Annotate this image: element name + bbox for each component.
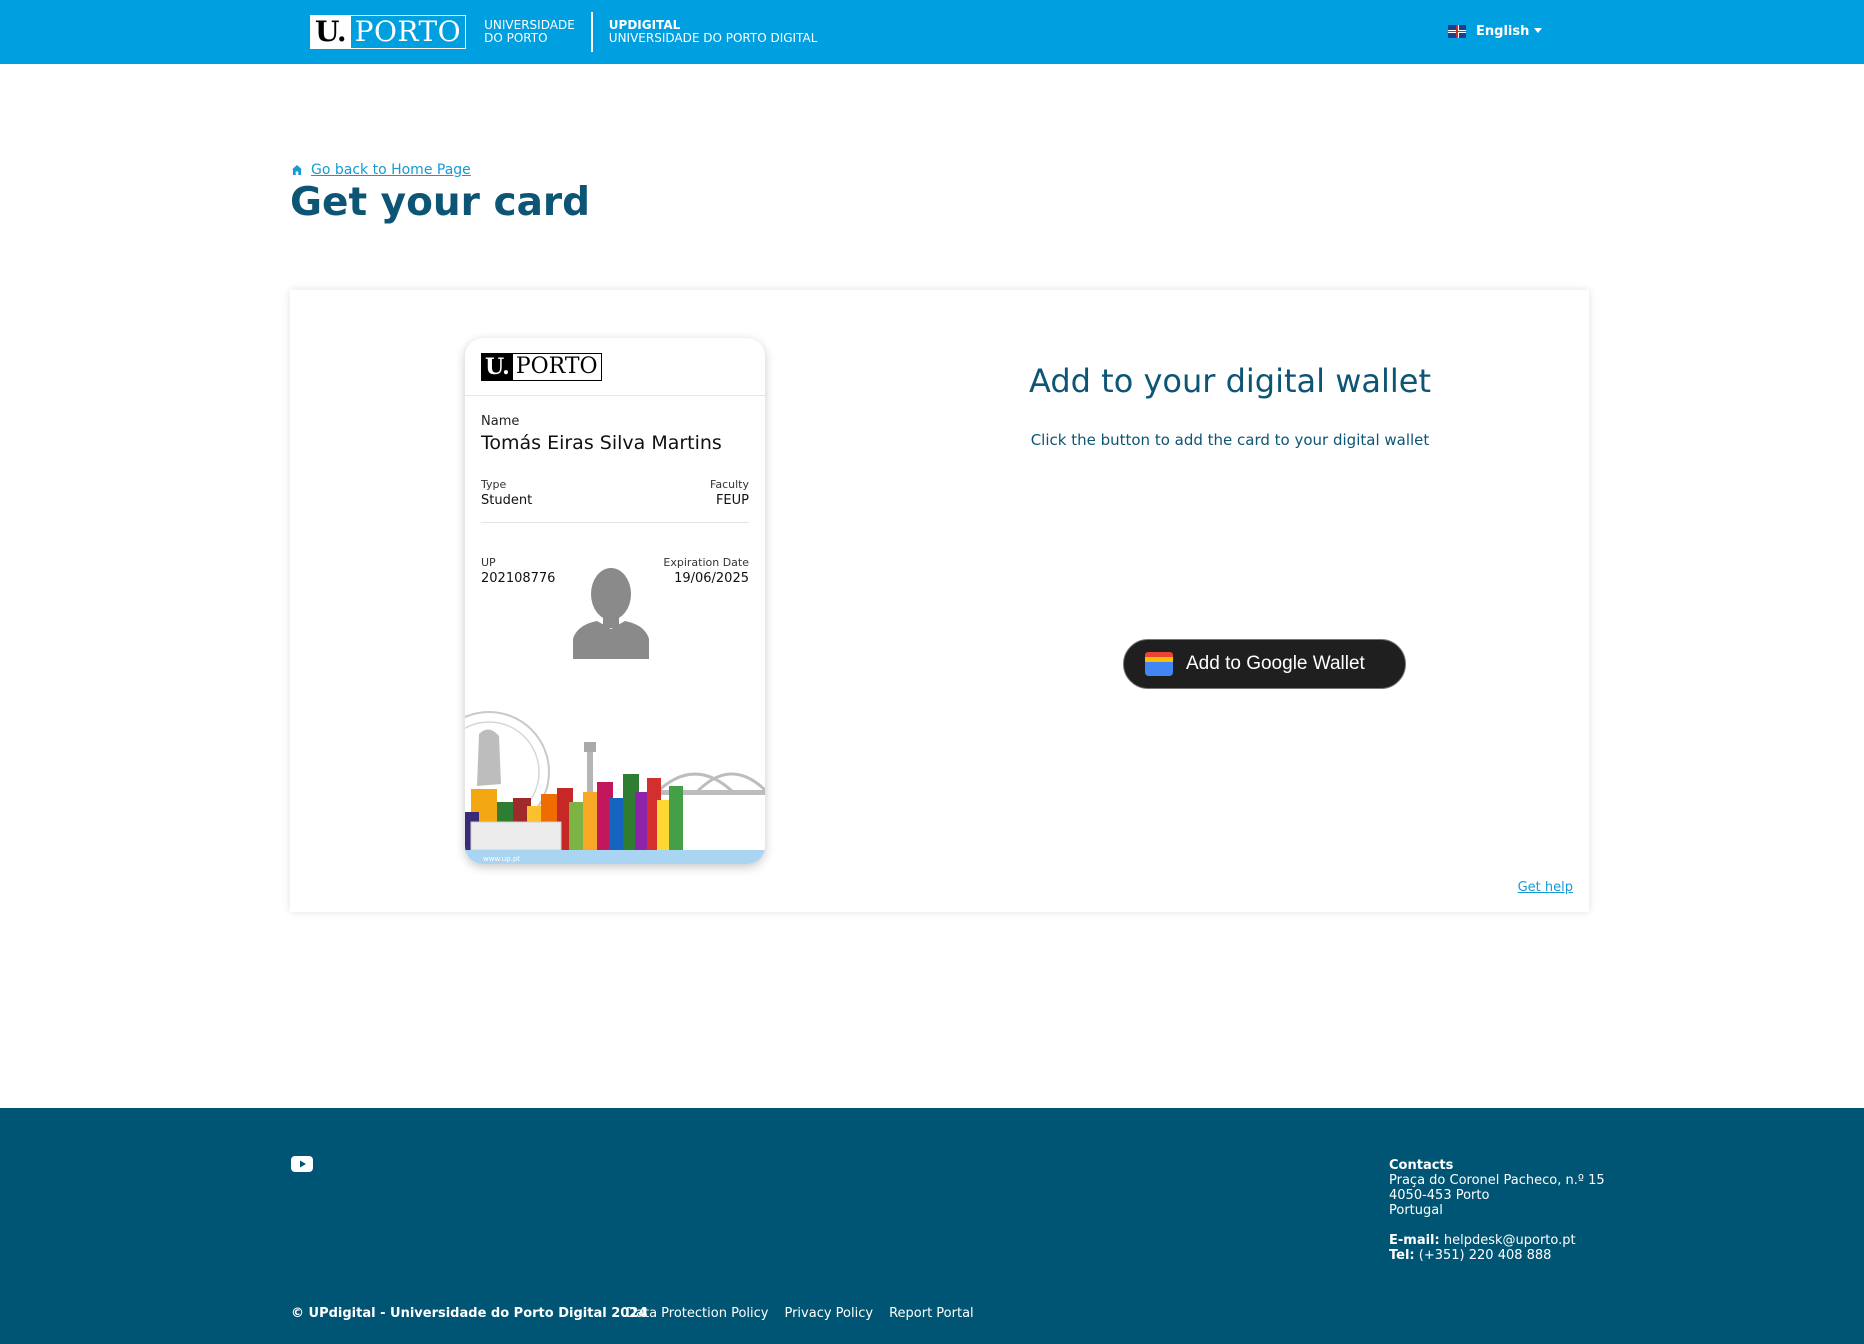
updigital-subtitle: UNIVERSIDADE DO PORTO DIGITAL	[608, 31, 818, 45]
wallet-subtitle: Click the button to add the card to your…	[1030, 431, 1430, 449]
email-value[interactable]: helpdesk@uporto.pt	[1444, 1233, 1576, 1248]
name-value: Tomás Eiras Silva Martins	[481, 432, 722, 454]
card-divider	[481, 522, 749, 523]
address-line2: 4050-453 Porto	[1389, 1188, 1490, 1203]
address-line3: Portugal	[1389, 1203, 1443, 1218]
add-to-google-wallet-button[interactable]: Add to Google Wallet	[1123, 639, 1406, 689]
address-line1: Praça do Coronel Pacheco, n.º 15	[1389, 1173, 1605, 1188]
youtube-icon[interactable]	[291, 1156, 313, 1172]
faculty-label: Faculty	[710, 478, 749, 491]
card-panel: U. PORTO Name Tomás Eiras Silva Martins …	[290, 290, 1589, 912]
contacts-block: Contacts Praça do Coronel Pacheco, n.º 1…	[1389, 1158, 1605, 1263]
brand[interactable]: U. PORTO UNIVERSIDADE DO PORTO UPDIGITAL…	[310, 12, 818, 52]
top-header: U. PORTO UNIVERSIDADE DO PORTO UPDIGITAL…	[0, 0, 1864, 64]
add-to-google-wallet-label: Add to Google Wallet	[1186, 653, 1365, 674]
get-help-link[interactable]: Get help	[1518, 880, 1573, 895]
up-number: 202108776	[481, 571, 556, 586]
card-logo-u: U.	[482, 354, 513, 380]
tel-label: Tel:	[1389, 1248, 1415, 1263]
google-wallet-icon	[1145, 652, 1173, 676]
tel-value: (+351) 220 408 888	[1418, 1248, 1552, 1263]
name-label: Name	[481, 414, 520, 429]
footer-links: Data Protection Policy Privacy Policy Re…	[626, 1306, 974, 1321]
expiration-value: 19/06/2025	[674, 571, 749, 586]
university-line2: DO PORTO	[484, 31, 548, 45]
report-portal-link[interactable]: Report Portal	[889, 1306, 974, 1321]
caret-down-icon	[1534, 28, 1543, 33]
data-protection-policy-link[interactable]: Data Protection Policy	[626, 1306, 768, 1321]
expiration-label: Expiration Date	[663, 556, 749, 569]
back-home-link[interactable]: Go back to Home Page	[291, 162, 471, 178]
logo-porto: PORTO	[354, 15, 462, 48]
type-label: Type	[481, 478, 507, 491]
copyright: © UPdigital - Universidade do Porto Digi…	[291, 1306, 648, 1321]
faculty-value: FEUP	[715, 493, 749, 508]
tel-row: Tel: (+351) 220 408 888	[1389, 1248, 1605, 1263]
privacy-policy-link[interactable]: Privacy Policy	[784, 1306, 873, 1321]
back-home-label: Go back to Home Page	[311, 162, 471, 178]
profile-photo-placeholder	[573, 559, 649, 659]
card-uporto-logo: U. PORTO	[481, 353, 602, 381]
type-value: Student	[481, 493, 533, 508]
contacts-title: Contacts	[1389, 1158, 1454, 1173]
uk-flag-icon	[1448, 25, 1466, 38]
porto-skyline-illustration	[465, 711, 765, 864]
language-label: English	[1476, 24, 1530, 39]
page-title: Get your card	[290, 180, 591, 225]
wallet-title: Add to your digital wallet	[1029, 362, 1431, 400]
language-selector[interactable]: English	[1448, 24, 1543, 39]
email-label: E-mail:	[1389, 1233, 1440, 1248]
card-header: U. PORTO	[465, 338, 765, 396]
updigital-name: UPDIGITAL UNIVERSIDADE DO PORTO DIGITAL	[609, 19, 818, 45]
footer: Contacts Praça do Coronel Pacheco, n.º 1…	[0, 1108, 1864, 1344]
email-row: E-mail: helpdesk@uporto.pt	[1389, 1233, 1605, 1248]
up-label: UP	[481, 556, 496, 569]
logo-u: U.	[311, 16, 351, 48]
card-url: www.up.pt	[483, 855, 521, 863]
student-id-card: U. PORTO Name Tomás Eiras Silva Martins …	[465, 338, 765, 864]
brand-divider	[590, 12, 593, 52]
uporto-logo: U. PORTO	[310, 15, 467, 49]
university-name: UNIVERSIDADE DO PORTO	[484, 19, 575, 45]
card-logo-porto: PORTO	[515, 354, 598, 379]
home-icon	[292, 165, 302, 175]
